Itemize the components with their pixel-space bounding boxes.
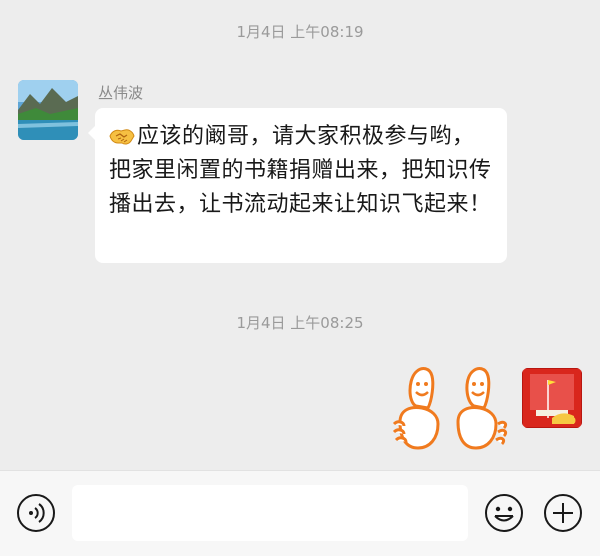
handshake-icon	[109, 129, 135, 145]
input-toolbar	[0, 470, 600, 556]
smiley-icon	[485, 494, 523, 532]
thumbs-up-icon	[392, 367, 508, 450]
sender-avatar[interactable]	[18, 80, 78, 140]
my-avatar[interactable]: 00	[522, 368, 582, 428]
message-text: 应该的阚哥，请大家积极参与哟，把家里闲置的书籍捐赠出来，把知识传播出去，让书流动…	[109, 124, 492, 217]
timestamp: 1月4日 上午08:19	[236, 23, 364, 41]
landscape-avatar-icon	[18, 80, 78, 140]
svg-text:00: 00	[562, 416, 576, 427]
plus-icon	[544, 494, 582, 532]
more-actions-button[interactable]	[543, 493, 583, 533]
message-bubble[interactable]: 应该的阚哥，请大家积极参与哟，把家里闲置的书籍捐赠出来，把知识传播出去，让书流动…	[88, 108, 507, 263]
sender-name: 丛伟波	[98, 84, 144, 102]
emoji-button[interactable]	[484, 493, 524, 533]
thumbs-up-sticker[interactable]	[392, 362, 510, 458]
voice-icon	[17, 494, 55, 532]
message-input[interactable]	[72, 485, 468, 541]
flag-avatar-icon: 00	[522, 368, 582, 428]
voice-input-button[interactable]	[16, 493, 56, 533]
timestamp: 1月4日 上午08:25	[236, 314, 364, 332]
